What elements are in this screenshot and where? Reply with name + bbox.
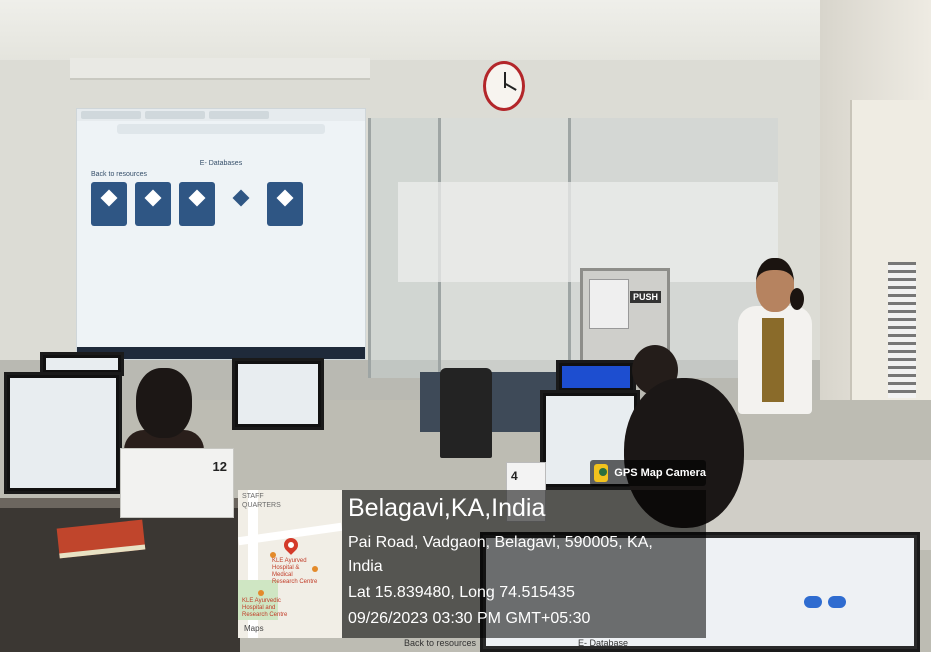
maps-brand-label: Maps [244, 624, 264, 633]
gps-badge: GPS Map Camera [590, 460, 706, 486]
gps-badge-label: GPS Map Camera [614, 467, 706, 479]
office-chair [440, 368, 492, 458]
screen-back-link: Back to resources [404, 638, 477, 648]
diamond-icon [276, 189, 294, 207]
database-tile [91, 182, 127, 226]
door-notice [589, 279, 629, 329]
window-blinds [888, 262, 916, 398]
monitor-screen [238, 364, 318, 424]
monitor-screen [46, 358, 118, 370]
map-label-staff-quarters: STAFF QUARTERS [242, 493, 281, 509]
browser-tab [209, 111, 269, 119]
poi-icon [258, 590, 264, 596]
toggle-icon [828, 596, 846, 608]
push-sign: PUSH [629, 291, 661, 303]
student-head [136, 368, 192, 438]
projected-back-link: Back to resources [91, 171, 148, 178]
monitor-screen [10, 378, 116, 488]
diamond-icon [188, 189, 206, 207]
gps-camera-icon [594, 464, 609, 482]
address-bar [117, 124, 325, 134]
pc-cabinet: 12 [120, 448, 234, 518]
database-tile [179, 182, 215, 226]
gps-datetime: 09/26/2023 03:30 PM GMT+05:30 [348, 610, 591, 627]
gps-address-line2: India [348, 558, 383, 575]
diamond-icon [100, 189, 118, 207]
database-tile [135, 182, 171, 226]
browser-tabs [77, 109, 365, 121]
pc-number: 12 [212, 459, 227, 474]
teacher-head [756, 258, 794, 312]
frosted-glass-band [398, 182, 778, 282]
database-tile [223, 182, 259, 226]
projector-screen: E- Databases Back to resources [76, 108, 366, 360]
browser-tab [145, 111, 205, 119]
clock-hand [505, 83, 517, 91]
teacher-hair [790, 288, 804, 310]
database-tiles [91, 182, 365, 226]
gps-coordinates: Lat 15.839480, Long 74.515435 [348, 584, 575, 601]
pc-number: 4 [511, 469, 518, 483]
map-label-ayurvedic: KLE Ayurvedic Hospital and Research Cent… [242, 598, 288, 618]
diamond-icon [232, 189, 250, 207]
monitor [232, 358, 324, 430]
diamond-icon [144, 189, 162, 207]
gps-minimap: STAFF QUARTERS KLE Ayurved Hospital & Me… [238, 490, 342, 638]
toggle-icon [804, 596, 822, 608]
maps-brand: Maps [244, 624, 264, 633]
map-label-hospital: KLE Ayurved Hospital & Medical Research … [272, 558, 318, 585]
monitor [556, 360, 636, 394]
teacher-kurta [762, 318, 784, 402]
monitor [4, 372, 122, 494]
database-tile [267, 182, 303, 226]
monitor-screen [562, 366, 630, 388]
projected-heading: E- Databases [199, 160, 243, 167]
gps-address-line1: Pai Road, Vadgaon, Belagavi, 590005, KA, [348, 534, 653, 551]
gps-city: Belagavi,KA,India [348, 494, 546, 522]
wall-clock [483, 61, 525, 111]
projector-screen-case [70, 58, 370, 80]
screen-heading: E- Database [578, 638, 629, 648]
classroom-photo: PUSH E- Databases Back to resources 12 4… [0, 0, 931, 652]
browser-tab [81, 111, 141, 119]
